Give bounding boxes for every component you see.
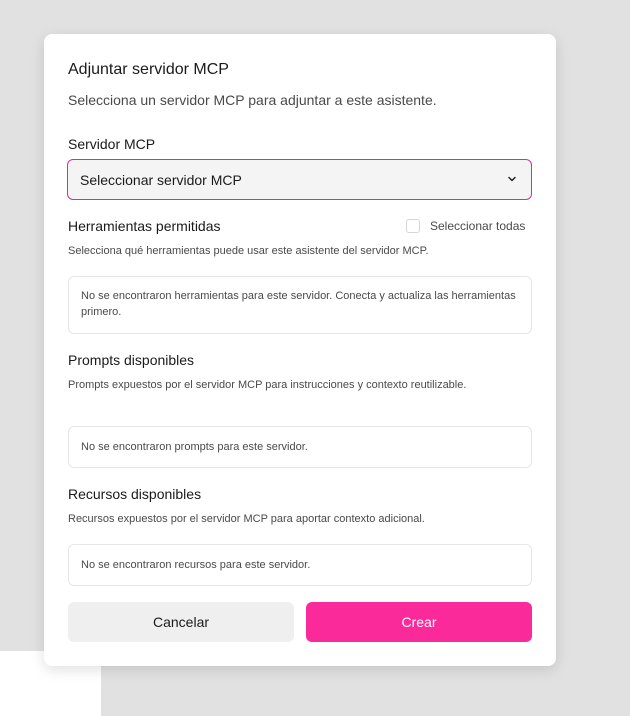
prompts-empty-box: No se encontraron prompts para este serv… (68, 426, 532, 468)
server-label: Servidor MCP (68, 136, 156, 152)
tools-label: Herramientas permitidas (68, 218, 221, 234)
attach-mcp-server-dialog: Adjuntar servidor MCP Selecciona un serv… (44, 34, 556, 666)
select-all-label[interactable]: Seleccionar todas (430, 218, 525, 234)
dialog-title: Adjuntar servidor MCP (68, 61, 229, 78)
tools-help-text: Selecciona qué herramientas puede usar e… (68, 245, 429, 257)
resources-empty-box: No se encontraron recursos para este ser… (68, 544, 532, 586)
prompts-help-text: Prompts expuestos por el servidor MCP pa… (68, 379, 467, 391)
prompts-label: Prompts disponibles (68, 352, 195, 368)
resources-help-text: Recursos expuestos por el servidor MCP p… (68, 513, 425, 525)
prompts-empty-message: No se encontraron prompts para este serv… (81, 441, 308, 453)
resources-empty-message: No se encontraron recursos para este ser… (81, 559, 311, 571)
server-select[interactable]: Seleccionar servidor MCP (67, 159, 532, 200)
tools-empty-message: No se encontraron herramientas para este… (81, 290, 516, 318)
dialog-description: Selecciona un servidor MCP para adjuntar… (68, 92, 437, 108)
tools-empty-box: No se encontraron herramientas para este… (68, 276, 532, 334)
select-all-checkbox[interactable] (406, 219, 420, 233)
cancel-button[interactable]: Cancelar (68, 602, 294, 642)
chevron-down-icon (508, 176, 516, 182)
resources-label: Recursos disponibles (68, 486, 202, 502)
server-select-value: Seleccionar servidor MCP (80, 172, 242, 188)
create-button[interactable]: Crear (306, 602, 532, 642)
